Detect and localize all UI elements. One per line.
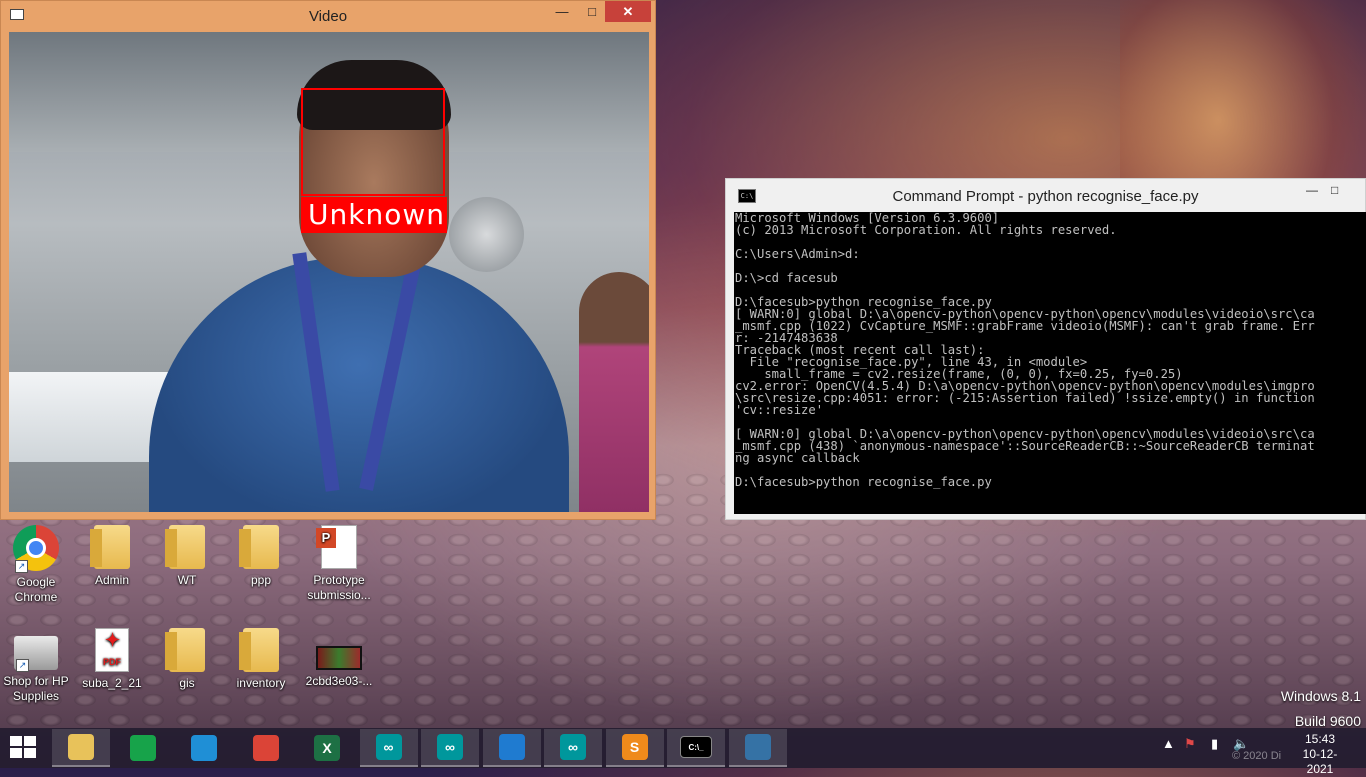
desktop-icon[interactable]: gis [151,628,223,691]
watermark-version: Windows 8.1 [1280,688,1361,704]
wallpaper-copyright: © 2020 Di [1232,750,1282,762]
terminal-line: D:\>cd facesub [735,271,838,285]
desktop-icon-label: Google Chrome [14,575,58,604]
desktop-icon[interactable]: inventory [225,628,297,691]
terminal-output[interactable]: Microsoft Windows [Version 6.3.9600] (c) … [734,212,1366,514]
store-icon [129,735,156,761]
clock-date: 10-12-2021 [1302,747,1338,776]
minimize-button[interactable]: — [548,1,576,22]
desktop-icon[interactable]: ppp [225,525,297,588]
folder-icon [239,525,279,569]
video-file-icon [316,646,362,670]
video-titlebar[interactable]: Video — □ ✕ [1,1,655,31]
desktop-icon-label: WT [177,573,197,587]
vscode-icon [498,734,525,760]
desktop-icon-label: gis [179,676,195,690]
battery-icon[interactable]: ▮ [1211,736,1218,752]
face-label: Unknown [301,197,447,233]
command-prompt-window[interactable]: C:\ Command Prompt - python recognise_fa… [725,178,1366,520]
shortcut-arrow-icon: ↗ [16,659,29,672]
taskbar-command-prompt-button[interactable]: C:\_ [667,729,725,767]
arduino-2-icon: ∞ [437,734,463,760]
taskbar-sublime-text-button[interactable]: S [605,729,664,767]
desktop-icon-label: Admin [94,573,129,587]
taskbar-arduino-button[interactable]: ∞ [359,729,418,767]
desktop-icon-label: Shop for HP Supplies [3,674,69,703]
desktop-icon[interactable]: Admin [76,525,148,588]
arduino-icon: ∞ [375,734,402,760]
taskbar-store-button[interactable] [114,729,172,767]
powerpoint-icon [316,525,357,569]
windows-watermark: Windows 8.1 Build 9600 [1281,684,1361,734]
terminal-line: C:\Users\Admin>d: [735,247,860,261]
arduino-3-icon: ∞ [560,734,586,760]
terminal-line: (c) 2013 Microsoft Corporation. All righ… [735,223,1117,237]
desktop-icon[interactable]: Prototype submissio... [303,525,375,603]
terminal-line: 'cv::resize' [735,403,824,417]
video-window[interactable]: Video — □ ✕ Unknown [0,0,656,520]
desktop-icon[interactable]: WT [151,525,223,588]
clock-time: 15:43 [1304,732,1336,746]
wall-fan [449,197,524,272]
face-detection-box [301,88,445,196]
printer-icon: ↗ [14,636,58,672]
network-icon[interactable]: ⚑ [1184,736,1196,752]
taskbar-vscode-button[interactable] [482,729,541,767]
desktop-icon-label: ppp [250,573,272,587]
cmd-window-title: Command Prompt - python recognise_face.p… [892,188,1199,205]
desktop-icon-label: 2cbd3e03-... [305,674,373,688]
terminal-line: D:\facesub>python recognise_face.py [735,475,992,489]
start-button[interactable] [10,736,38,760]
close-button[interactable]: ✕ [605,1,651,22]
desktop-icon-label: inventory [236,676,286,690]
terminal-line: \src\resize.cpp:4051: error: (-215:Asser… [735,391,1315,405]
command-prompt-icon: C:\_ [680,736,712,758]
folder-icon [239,628,279,672]
cmd-minimize-button[interactable]: — [1306,183,1318,197]
excel-icon: X [314,735,340,761]
cmd-maximize-button[interactable]: □ [1331,183,1338,197]
taskbar-arduino-2-button[interactable]: ∞ [421,729,479,767]
python-icon [744,734,771,760]
desktop-icon-label: Prototype submissio... [307,573,371,602]
taskbar-python-button[interactable] [728,729,787,767]
taskbar-arduino-3-button[interactable]: ∞ [544,729,602,767]
taskbar-edge-button[interactable] [175,729,233,767]
desktop-icon[interactable]: 2cbd3e03-... [303,628,375,689]
desktop-icon[interactable]: ↗ Shop for HP Supplies [0,628,72,704]
pdf-icon: PDF [95,628,129,672]
desktop-icon[interactable]: PDF suba_2_21 [76,628,148,691]
terminal-line: ng async callback [735,451,860,465]
desktop-icon[interactable]: ↗ Google Chrome [0,525,72,605]
person-body [149,257,569,512]
folder-icon [165,525,205,569]
chrome-icon: ↗ [13,525,59,573]
system-clock[interactable]: 15:43 10-12-2021 [1290,732,1350,777]
desktop-icon-label: suba_2_21 [82,676,142,690]
chrome-icon [252,735,279,761]
shortcut-arrow-icon: ↗ [15,560,28,573]
maximize-button[interactable]: □ [578,1,606,22]
taskbar-excel-button[interactable]: X [298,729,356,767]
sublime-text-icon: S [621,734,648,760]
taskbar-file-explorer-button[interactable] [52,729,110,767]
user-folder-icon [90,525,130,569]
taskbar-chrome-button[interactable] [237,729,295,767]
file-explorer-icon [68,734,94,760]
edge-icon [191,735,217,761]
show-hidden-icons-chevron-icon[interactable]: ▲ [1162,736,1175,751]
folder-icon [165,628,205,672]
background-person [579,272,649,512]
webcam-feed: Unknown [9,32,649,512]
